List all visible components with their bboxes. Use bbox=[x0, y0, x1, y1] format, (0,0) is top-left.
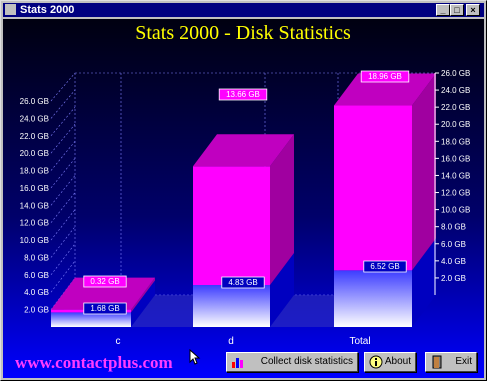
disk-chart: 1.68 GB 0.32 GB 4.83 GB 13.66 GB 6.52 GB 18.9… bbox=[3, 19, 484, 378]
left-tick-label: 4.0 GB bbox=[24, 288, 49, 297]
exit-label: Exit bbox=[455, 356, 472, 367]
app-window: Stats 2000 _ □ × 1.68 GB 0.32 GB 4.83 GB 13… bbox=[0, 0, 487, 381]
label-total-used: 6.52 GB bbox=[370, 262, 399, 271]
left-tick-label: 6.0 GB bbox=[24, 271, 49, 280]
collect-disk-statistics-button[interactable]: Collect disk statistics bbox=[226, 352, 358, 372]
right-tick-label: 26.0 GB bbox=[441, 69, 470, 78]
title-bar[interactable]: Stats 2000 _ □ × bbox=[3, 3, 484, 17]
left-tick-label: 26.0 GB bbox=[20, 97, 49, 106]
right-tick-label: 24.0 GB bbox=[441, 86, 470, 95]
bar-used-d bbox=[193, 285, 270, 327]
collect-label: Collect disk statistics bbox=[260, 356, 353, 367]
chart-title: Stats 2000 - Disk Statistics bbox=[135, 22, 351, 44]
bar-free-d bbox=[193, 166, 270, 286]
right-tick-label: 16.0 GB bbox=[441, 154, 470, 163]
chart-area: 1.68 GB 0.32 GB 4.83 GB 13.66 GB 6.52 GB 18.9… bbox=[3, 19, 484, 378]
left-tick-label: 20.0 GB bbox=[20, 149, 49, 158]
category-label-d: d bbox=[228, 336, 234, 347]
exit-button[interactable]: Exit bbox=[425, 352, 477, 372]
left-tick-label: 2.0 GB bbox=[24, 306, 49, 315]
right-tick-label: 22.0 GB bbox=[441, 103, 470, 112]
label-c-free: 0.32 GB bbox=[90, 277, 119, 286]
label-total-free: 18.96 GB bbox=[368, 72, 402, 81]
bar-free-t bbox=[334, 105, 412, 271]
label-d-used: 4.83 GB bbox=[228, 278, 257, 287]
left-tick-label: 10.0 GB bbox=[20, 236, 49, 245]
about-label: About bbox=[384, 356, 411, 367]
right-tick-label: 18.0 GB bbox=[441, 137, 470, 146]
left-tick-label: 22.0 GB bbox=[20, 132, 49, 141]
minimize-button[interactable]: _ bbox=[436, 4, 450, 16]
website-link[interactable]: www.contactplus.com bbox=[15, 353, 173, 373]
close-button[interactable]: × bbox=[466, 4, 480, 16]
maximize-button[interactable]: □ bbox=[450, 4, 464, 16]
app-icon bbox=[5, 4, 16, 15]
right-tick-label: 2.0 GB bbox=[441, 274, 466, 283]
window-title: Stats 2000 bbox=[20, 4, 75, 16]
label-d-free: 13.66 GB bbox=[226, 90, 260, 99]
left-tick-label: 18.0 GB bbox=[20, 167, 49, 176]
left-tick-label: 12.0 GB bbox=[20, 219, 49, 228]
info-icon bbox=[369, 355, 383, 369]
right-tick-label: 8.0 GB bbox=[441, 223, 466, 232]
right-tick-label: 10.0 GB bbox=[441, 206, 470, 215]
bar-used-c bbox=[51, 312, 131, 327]
left-tick-label: 14.0 GB bbox=[20, 201, 49, 210]
right-tick-label: 4.0 GB bbox=[441, 257, 466, 266]
bar-used-t bbox=[334, 270, 412, 327]
mouse-cursor-icon bbox=[189, 349, 201, 365]
category-label-c: c bbox=[116, 336, 121, 347]
left-tick-label: 24.0 GB bbox=[20, 114, 49, 123]
right-tick-label: 14.0 GB bbox=[441, 171, 470, 180]
right-tick-label: 20.0 GB bbox=[441, 120, 470, 129]
bar-free-side-t bbox=[412, 73, 436, 271]
about-button[interactable]: About bbox=[364, 352, 416, 372]
left-tick-label: 8.0 GB bbox=[24, 253, 49, 262]
bar-chart-icon bbox=[231, 355, 245, 369]
exit-door-icon bbox=[430, 355, 444, 369]
left-tick-label: 16.0 GB bbox=[20, 184, 49, 193]
label-c-used: 1.68 GB bbox=[90, 304, 119, 313]
right-tick-label: 12.0 GB bbox=[441, 189, 470, 198]
right-tick-label: 6.0 GB bbox=[441, 240, 466, 249]
category-label-total: Total bbox=[349, 336, 370, 347]
